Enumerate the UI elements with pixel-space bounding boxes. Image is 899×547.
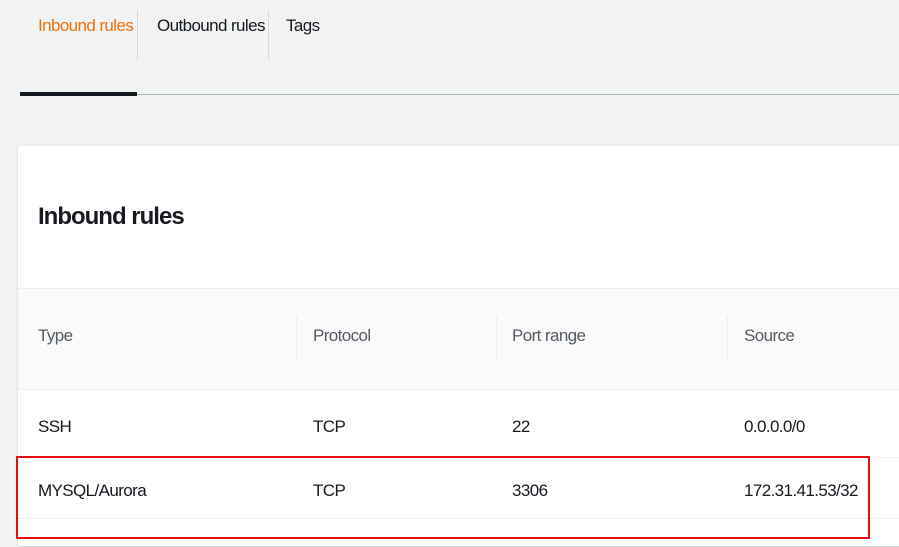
table-row[interactable]: MYSQL/Aurora TCP 3306 172.31.41.53/32: [18, 458, 899, 519]
cell-type: SSH: [38, 417, 72, 436]
tab-inbound-rules[interactable]: Inbound rules: [20, 0, 137, 96]
table-header: Type Protocol Port range Source: [18, 289, 899, 390]
column-divider: [496, 317, 497, 361]
tab-tags[interactable]: Tags: [269, 0, 329, 94]
inbound-rules-panel: Inbound rules Type Protocol Port range S…: [18, 145, 899, 546]
tab-tags-label: Tags: [286, 16, 320, 35]
cell-type: MYSQL/Aurora: [38, 481, 147, 500]
column-header-source: Source: [744, 326, 795, 345]
cell-port-range: 22: [512, 417, 530, 436]
cell-source: 172.31.41.53/32: [744, 481, 859, 500]
column-header-type: Type: [38, 326, 73, 345]
panel-title: Inbound rules: [38, 203, 185, 230]
table-row[interactable]: SSH TCP 22 0.0.0.0/0: [18, 390, 899, 458]
cell-source: 0.0.0.0/0: [744, 417, 805, 436]
column-header-port-range: Port range: [512, 326, 586, 345]
tab-outbound-rules-label: Outbound rules: [157, 16, 265, 35]
cell-protocol: TCP: [313, 481, 346, 500]
tab-inbound-rules-label: Inbound rules: [38, 16, 134, 35]
active-tab-indicator: [20, 92, 137, 96]
cell-protocol: TCP: [313, 417, 346, 436]
column-header-protocol: Protocol: [313, 326, 371, 345]
cell-port-range: 3306: [512, 481, 548, 500]
inbound-rules-table: Type Protocol Port range Source SSH TCP …: [18, 289, 899, 519]
tab-bar: Inbound rules Outbound rules Tags: [20, 0, 899, 96]
column-divider: [727, 317, 728, 361]
column-divider: [296, 317, 297, 361]
tab-outbound-rules[interactable]: Outbound rules: [138, 0, 268, 94]
